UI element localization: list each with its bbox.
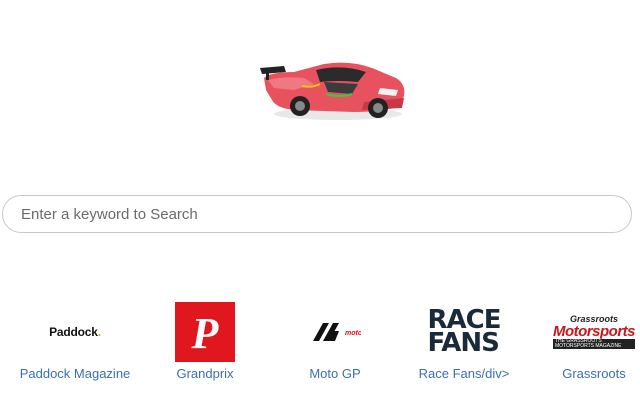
grassroots-logo-main: Motorsports	[553, 323, 636, 340]
grassroots-logo-sub: THE GRASSROOTS MOTORSPORTS MAGAZINE	[553, 339, 635, 349]
link-paddock-magazine[interactable]: Paddock. Paddock Magazine	[10, 298, 140, 388]
link-label[interactable]: Grandprix	[140, 366, 270, 381]
paddock-logo-icon: Paddock.	[49, 302, 101, 362]
paddock-logo-dot: .	[97, 325, 101, 339]
sports-car-logo-icon	[254, 54, 410, 124]
link-label[interactable]: Race Fans/div>	[399, 366, 529, 381]
link-grandprix[interactable]: P Grandprix	[140, 298, 270, 388]
new-tab-page: Paddock. Paddock Magazine P Grandprix	[0, 0, 640, 400]
link-label[interactable]: Grassroots	[529, 366, 640, 381]
link-label[interactable]: Moto GP	[270, 366, 400, 381]
link-race-fans[interactable]: RACE FANS Race Fans/div>	[399, 298, 529, 388]
grandprix-logo-glyph: P	[191, 310, 220, 354]
quick-links: Paddock. Paddock Magazine P Grandprix mo…	[0, 298, 640, 388]
motogp-logo-text: motogp	[345, 330, 361, 337]
link-moto-gp[interactable]: motogp Moto GP	[270, 298, 400, 388]
search-box[interactable]	[2, 195, 632, 233]
link-grassroots[interactable]: Grassroots Motorsports THE GRASSROOTS MO…	[529, 298, 640, 388]
link-label[interactable]: Paddock Magazine	[10, 366, 140, 381]
racefans-logo-line2: FANS	[427, 328, 500, 358]
grassroots-logo-icon: Grassroots Motorsports THE GRASSROOTS MO…	[553, 302, 636, 362]
paddock-logo-text: Paddock	[49, 325, 98, 339]
motogp-logo-icon: motogp	[309, 302, 361, 362]
grandprix-logo-icon: P	[175, 302, 235, 362]
search-input[interactable]	[19, 204, 631, 224]
racefans-logo-icon: RACE FANS	[427, 302, 502, 362]
